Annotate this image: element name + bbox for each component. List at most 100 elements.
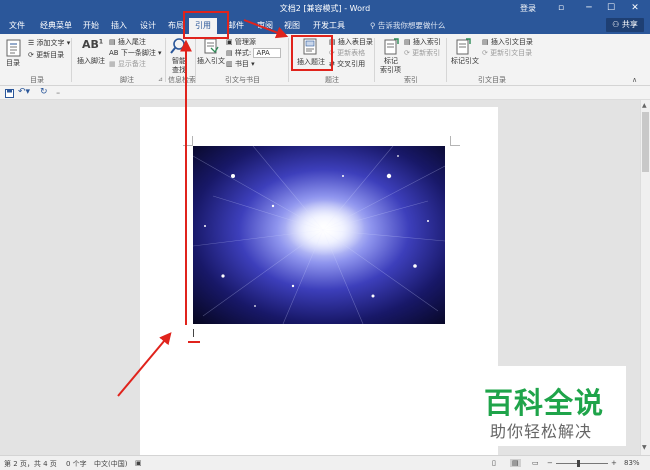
vertical-scrollbar[interactable]: ▲ ▼ xyxy=(640,100,650,455)
insert-footnote-button[interactable]: 插入脚注 xyxy=(77,56,105,66)
insert-toa-icon: ▤ xyxy=(482,38,491,46)
minimize-button[interactable]: ─ xyxy=(580,1,598,15)
language[interactable]: 中文(中国) xyxy=(94,459,127,469)
mark-entry-icon[interactable] xyxy=(383,38,399,55)
redo-icon[interactable]: ↻ xyxy=(40,87,48,97)
lightbulb-icon: ⚲ xyxy=(370,21,378,30)
read-mode-icon[interactable]: ▯ xyxy=(492,459,496,467)
update-table-label: 更新表格 xyxy=(337,49,366,57)
share-label: 共享 xyxy=(621,20,638,29)
table-of-contents-icon[interactable] xyxy=(6,39,22,57)
galaxy-image[interactable] xyxy=(193,146,445,324)
insert-index-button[interactable]: ▤ 插入索引 xyxy=(404,37,441,47)
index-entry-label[interactable]: 索引项 xyxy=(380,65,401,75)
style-selector[interactable]: ▤ 样式: APA xyxy=(226,48,281,58)
scroll-down-icon[interactable]: ▼ xyxy=(642,444,647,451)
login-link[interactable]: 登录 xyxy=(520,3,536,14)
add-text-button[interactable]: ☰ 添加文字 ▾ xyxy=(28,38,70,48)
tab-insert[interactable]: 插入 xyxy=(111,20,127,31)
watermark-title: 百科全说 xyxy=(484,386,605,420)
web-layout-icon[interactable]: ▭ xyxy=(532,459,539,467)
group-label-index: 索引 xyxy=(404,76,418,84)
tab-layout[interactable]: 布局 xyxy=(168,20,184,31)
smart-lookup-icon[interactable] xyxy=(170,38,186,54)
cross-reference-label: 交叉引用 xyxy=(337,60,366,68)
footnote-icon[interactable]: AB1 xyxy=(82,38,103,51)
insert-caption-icon[interactable] xyxy=(303,38,317,55)
update-toa-button[interactable]: ⟳ 更新引文目录 xyxy=(482,48,532,58)
insert-endnote-button[interactable]: ▤ 插入尾注 xyxy=(109,37,146,47)
collapse-ribbon-icon[interactable]: ∧ xyxy=(632,76,637,84)
macro-record-icon[interactable]: ▣ xyxy=(135,459,142,467)
insert-caption-button[interactable]: 插入题注 xyxy=(297,57,325,67)
share-button[interactable]: ⚇ 共享 xyxy=(606,18,644,32)
text-cursor xyxy=(193,329,194,337)
maximize-button[interactable]: ☐ xyxy=(602,1,620,15)
title-bar: 文档2 [兼容模式] - Word 登录 ▫ ─ ☐ ✕ xyxy=(0,0,650,17)
scroll-thumb[interactable] xyxy=(642,112,649,172)
save-icon[interactable] xyxy=(5,89,14,98)
caption-position-marker xyxy=(188,341,200,343)
tab-design[interactable]: 设计 xyxy=(140,20,156,31)
page-count[interactable]: 第 2 页，共 4 页 xyxy=(4,459,57,469)
cross-reference-button[interactable]: ⇄ 交叉引用 xyxy=(329,59,365,69)
tab-references[interactable]: 引用 xyxy=(189,18,217,34)
mark-citation-icon[interactable] xyxy=(455,38,471,55)
print-layout-icon[interactable]: ▤ xyxy=(510,459,521,467)
zoom-level[interactable]: 83% xyxy=(624,459,640,467)
person-icon: ⚇ xyxy=(612,20,620,29)
tab-home[interactable]: 开始 xyxy=(83,20,99,31)
next-footnote-button[interactable]: AB 下一条脚注 ▾ xyxy=(109,48,162,58)
ribbon-references: 目录 ☰ 添加文字 ▾ ⟳ 更新目录 目录 AB1 插入脚注 ▤ 插入尾注 AB… xyxy=(0,34,650,86)
zoom-slider-thumb[interactable] xyxy=(577,460,580,467)
tab-review[interactable]: 审阅 xyxy=(257,20,273,31)
ribbon-display-button[interactable]: ▫ xyxy=(552,1,570,15)
insert-index-label: 插入索引 xyxy=(412,38,441,46)
update-index-button[interactable]: ⟳ 更新索引 xyxy=(404,48,440,58)
bibliography-button[interactable]: ▥ 书目 ▾ xyxy=(226,59,255,69)
show-notes-label: 显示备注 xyxy=(117,60,146,68)
manage-sources-button[interactable]: ▣ 管理源 xyxy=(226,37,256,47)
update-toc-button[interactable]: ⟳ 更新目录 xyxy=(28,50,64,60)
zoom-in-icon[interactable]: + xyxy=(611,459,617,467)
insert-toa-label: 插入引文目录 xyxy=(490,38,533,46)
word-count[interactable]: 0 个字 xyxy=(66,459,87,469)
insert-citation-button[interactable]: 插入引文 xyxy=(197,56,225,66)
toc-button[interactable]: 目录 xyxy=(6,58,20,68)
tab-classic-menu[interactable]: 经典菜单 xyxy=(40,20,72,31)
margin-corner-mark xyxy=(450,136,460,146)
group-label-toa: 引文目录 xyxy=(478,76,506,84)
lookup-label[interactable]: 查找 xyxy=(172,65,186,75)
galaxy-image-graphic xyxy=(193,146,445,324)
style-icon: ▤ xyxy=(226,49,235,57)
update-table-button[interactable]: ⟳ 更新表格 xyxy=(329,48,365,58)
tell-me-search[interactable]: ⚲ 告诉我你想要做什么 xyxy=(370,20,445,31)
group-label-research: 信息检索 xyxy=(168,76,196,84)
tab-file[interactable]: 文件 xyxy=(9,20,25,31)
close-button[interactable]: ✕ xyxy=(626,1,644,15)
tab-view[interactable]: 视图 xyxy=(284,20,300,31)
tab-developer[interactable]: 开发工具 xyxy=(313,20,345,31)
scroll-up-icon[interactable]: ▲ xyxy=(642,102,647,109)
dialog-launcher-icon[interactable]: ⊿ xyxy=(158,76,163,83)
customize-qat-icon[interactable]: ₌ xyxy=(56,87,60,96)
group-divider xyxy=(288,38,289,82)
undo-icon[interactable]: ↶▾ xyxy=(18,87,30,97)
insert-table-of-figures-button[interactable]: ▤ 插入表目录 xyxy=(329,37,373,47)
table-of-figures-label: 插入表目录 xyxy=(337,38,373,46)
status-bar: 第 2 页，共 4 页 0 个字 中文(中国) ▣ ▯ ▤ ▭ − + 83% xyxy=(0,455,650,470)
next-footnote-icon: AB xyxy=(109,49,121,57)
zoom-slider[interactable] xyxy=(556,463,608,464)
tab-mailings[interactable]: 邮件 xyxy=(228,20,244,31)
insert-citation-icon[interactable] xyxy=(203,38,219,54)
watermark: 百科全说 助你轻松解决 xyxy=(468,366,626,446)
update-table-icon: ⟳ xyxy=(329,49,338,57)
insert-toa-button[interactable]: ▤ 插入引文目录 xyxy=(482,37,533,47)
update-toc-label: 更新目录 xyxy=(36,51,65,59)
zoom-out-icon[interactable]: − xyxy=(547,459,553,467)
insert-index-icon: ▤ xyxy=(404,38,413,46)
tell-me-label: 告诉我你想要做什么 xyxy=(377,21,446,30)
show-notes-button[interactable]: ▦ 显示备注 xyxy=(109,59,146,69)
style-dropdown[interactable]: APA xyxy=(253,48,281,58)
mark-citation-button[interactable]: 标记引文 xyxy=(451,56,479,66)
